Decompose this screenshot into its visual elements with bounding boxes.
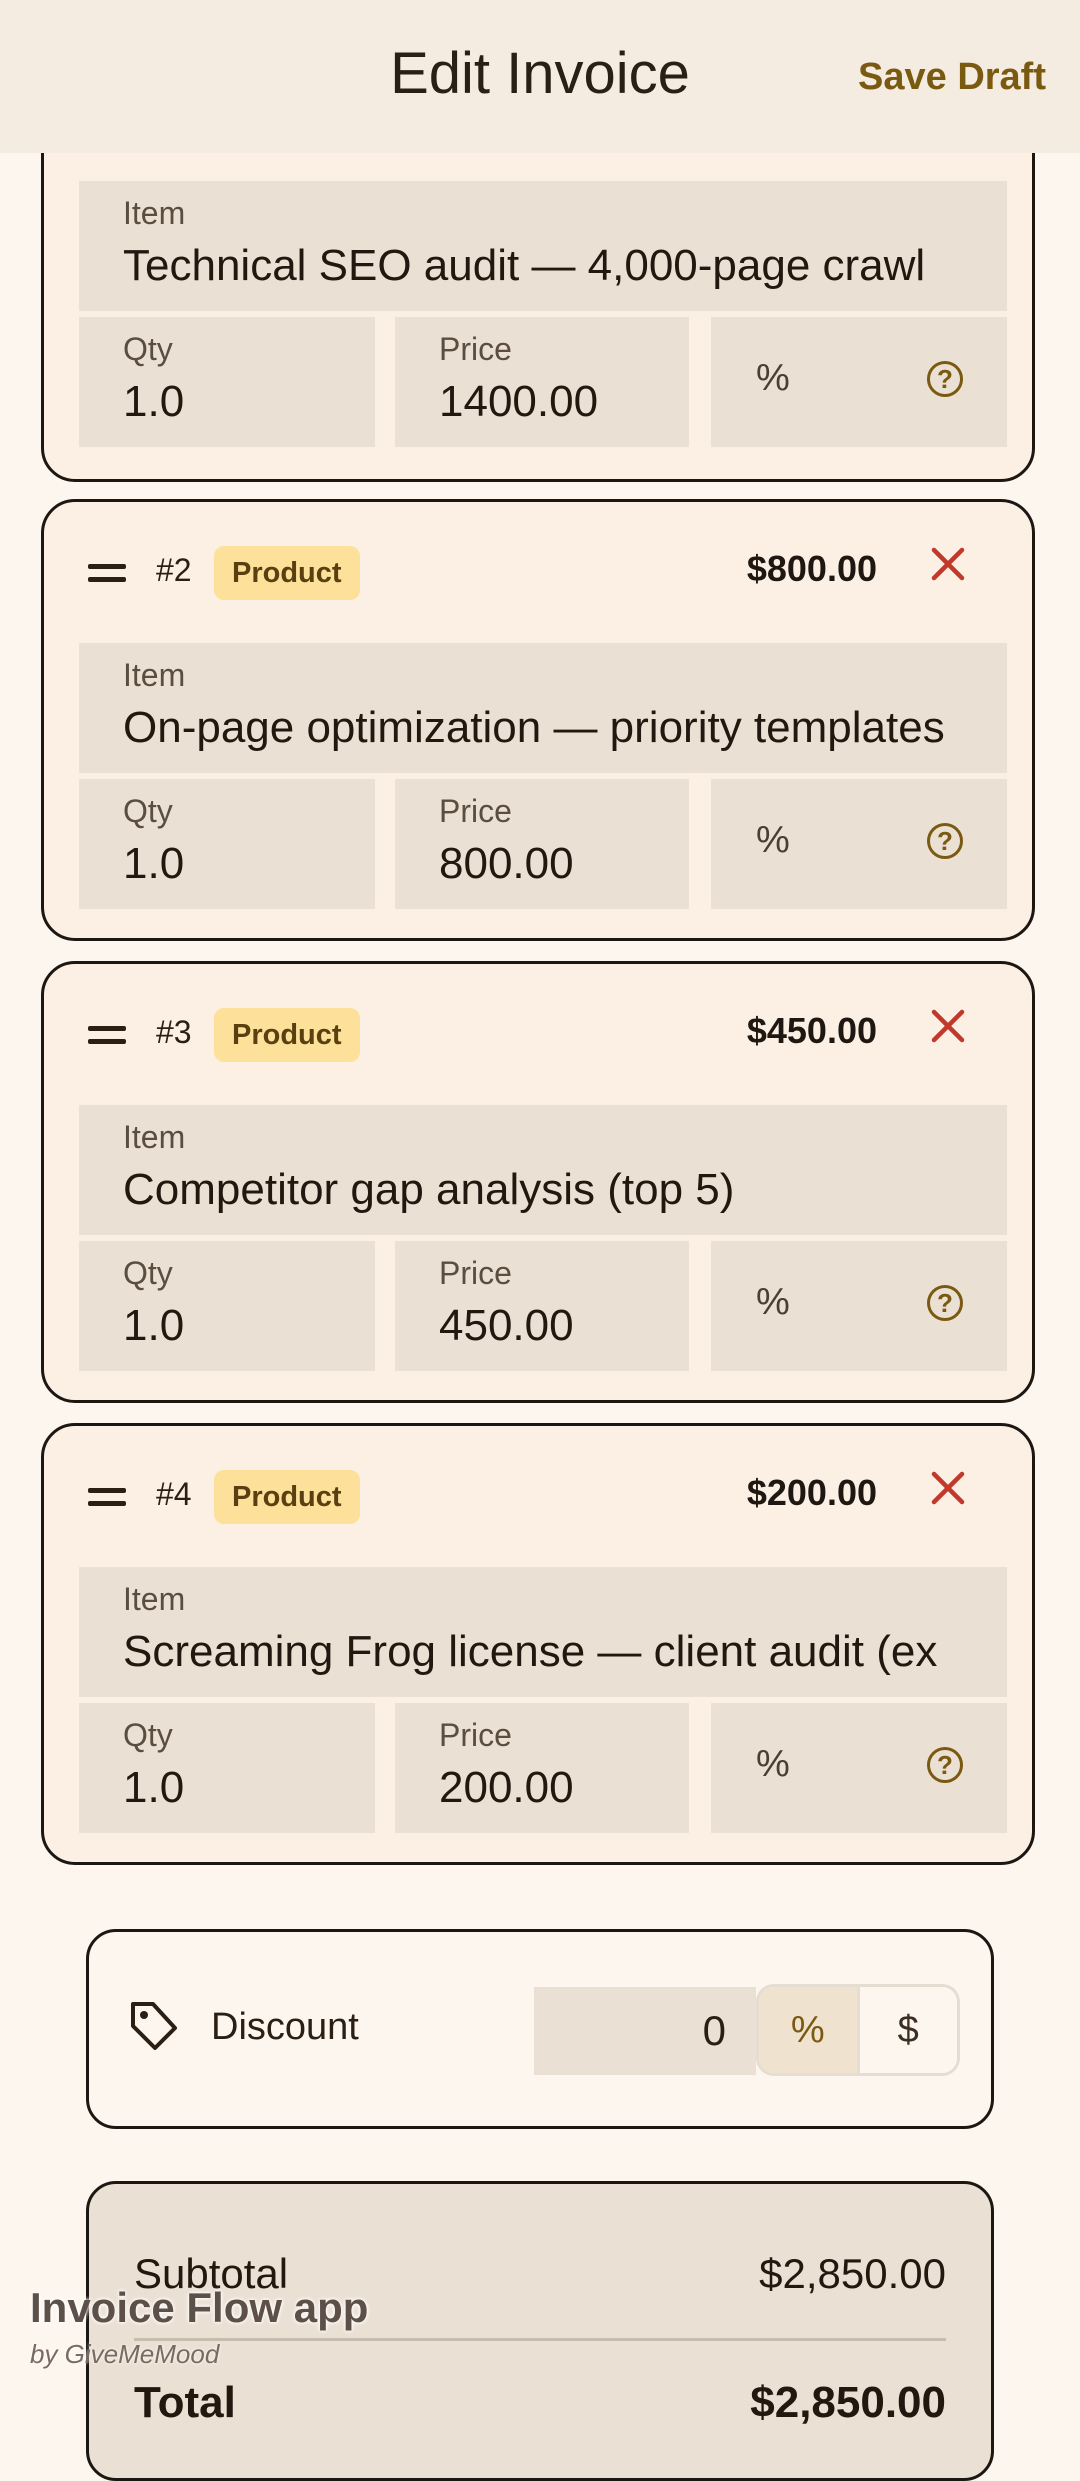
item-number: #2 [156, 552, 192, 588]
price-field[interactable]: Price 1400.00 [395, 317, 689, 447]
discount-label: Discount [211, 2006, 359, 2048]
qty-value: 1.0 [123, 1763, 185, 1812]
qty-value: 1.0 [123, 839, 185, 888]
item-name-field[interactable]: Item On-page optimization — priority tem… [79, 643, 1007, 773]
qty-label: Qty [123, 1717, 173, 1753]
item-label: Item [123, 1119, 186, 1155]
percent-field[interactable]: % ? [711, 317, 1007, 447]
item-type-badge: Product [214, 1470, 360, 1524]
card-header: #2 Product $800.00 [44, 502, 1032, 632]
qty-value: 1.0 [123, 377, 185, 426]
item-name-field[interactable]: Item Screaming Frog license — client aud… [79, 1567, 1007, 1697]
item-number: #3 [156, 1014, 192, 1050]
item-label: Item [123, 195, 186, 231]
card-header: #4 Product $200.00 [44, 1426, 1032, 1556]
help-icon[interactable]: ? [927, 823, 963, 859]
percent-field[interactable]: % ? [711, 1703, 1007, 1833]
price-label: Price [439, 1255, 512, 1291]
item-number: #4 [156, 1476, 192, 1512]
price-field[interactable]: Price 800.00 [395, 779, 689, 909]
item-type-badge: Product [214, 546, 360, 600]
price-value: 200.00 [439, 1763, 574, 1812]
price-label: Price [439, 1717, 512, 1753]
price-field[interactable]: Price 200.00 [395, 1703, 689, 1833]
percent-field[interactable]: % ? [711, 1241, 1007, 1371]
qty-field[interactable]: Qty 1.0 [79, 1241, 375, 1371]
price-value: 1400.00 [439, 377, 599, 426]
save-draft-button[interactable]: Save Draft [858, 56, 1046, 99]
item-amount: $200.00 [746, 1472, 877, 1513]
card-header: #3 Product $450.00 [44, 964, 1032, 1094]
line-item-card: #2 Product $800.00 Item On-page optimiza… [41, 499, 1035, 941]
item-name-field[interactable]: Item Competitor gap analysis (top 5) [79, 1105, 1007, 1235]
percent-label: % [756, 357, 790, 399]
discount-card: Discount 0 % $ [86, 1929, 994, 2129]
qty-value: 1.0 [123, 1301, 185, 1350]
tag-icon [131, 2002, 177, 2050]
help-icon[interactable]: ? [927, 1285, 963, 1321]
price-value: 800.00 [439, 839, 574, 888]
watermark-title: Invoice Flow app [30, 2284, 369, 2331]
drag-handle-icon[interactable] [88, 1026, 126, 1052]
item-name-value: On-page optimization — priority template… [123, 703, 945, 752]
price-field[interactable]: Price 450.00 [395, 1241, 689, 1371]
item-name-value: Competitor gap analysis (top 5) [123, 1165, 735, 1214]
qty-field[interactable]: Qty 1.0 [79, 779, 375, 909]
price-label: Price [439, 793, 512, 829]
subtotal-value: $2,850.00 [759, 2250, 946, 2297]
item-label: Item [123, 1581, 186, 1617]
watermark-subtitle: by GiveMeMood [30, 2339, 220, 2369]
discount-input[interactable]: 0 [534, 1987, 756, 2075]
divider [134, 2338, 946, 2341]
qty-field[interactable]: Qty 1.0 [79, 317, 375, 447]
app-bar: Edit Invoice Save Draft [0, 0, 1080, 153]
help-icon[interactable]: ? [927, 1747, 963, 1783]
item-name-value: Screaming Frog license — client audit (e… [123, 1627, 938, 1676]
percent-label: % [756, 1743, 790, 1785]
total-row: Total $2,850.00 [134, 2378, 946, 2428]
line-item-card: Item Technical SEO audit — 4,000-page cr… [41, 100, 1035, 482]
close-icon[interactable] [928, 1006, 968, 1046]
qty-label: Qty [123, 331, 173, 367]
percent-field[interactable]: % ? [711, 779, 1007, 909]
item-amount: $800.00 [746, 548, 877, 589]
qty-label: Qty [123, 793, 173, 829]
percent-label: % [756, 819, 790, 861]
drag-handle-icon[interactable] [88, 1488, 126, 1514]
qty-label: Qty [123, 1255, 173, 1291]
price-value: 450.00 [439, 1301, 574, 1350]
qty-field[interactable]: Qty 1.0 [79, 1703, 375, 1833]
close-icon[interactable] [928, 1468, 968, 1508]
drag-handle-icon[interactable] [88, 564, 126, 590]
percent-label: % [756, 1281, 790, 1323]
discount-dollar-option[interactable]: $ [859, 1987, 957, 2073]
help-icon[interactable]: ? [927, 361, 963, 397]
item-name-field[interactable]: Item Technical SEO audit — 4,000-page cr… [79, 181, 1007, 311]
line-item-card: #4 Product $200.00 Item Screaming Frog l… [41, 1423, 1035, 1865]
item-label: Item [123, 657, 186, 693]
total-value: $2,850.00 [750, 2378, 946, 2427]
item-amount: $450.00 [746, 1010, 877, 1051]
price-label: Price [439, 331, 512, 367]
item-type-badge: Product [214, 1008, 360, 1062]
discount-mode-toggle: % $ [756, 1984, 960, 2076]
total-label: Total [134, 2378, 236, 2427]
discount-percent-option[interactable]: % [759, 1987, 860, 2073]
close-icon[interactable] [928, 544, 968, 584]
item-name-value: Technical SEO audit — 4,000-page crawl [123, 241, 926, 290]
line-item-card: #3 Product $450.00 Item Competitor gap a… [41, 961, 1035, 1403]
